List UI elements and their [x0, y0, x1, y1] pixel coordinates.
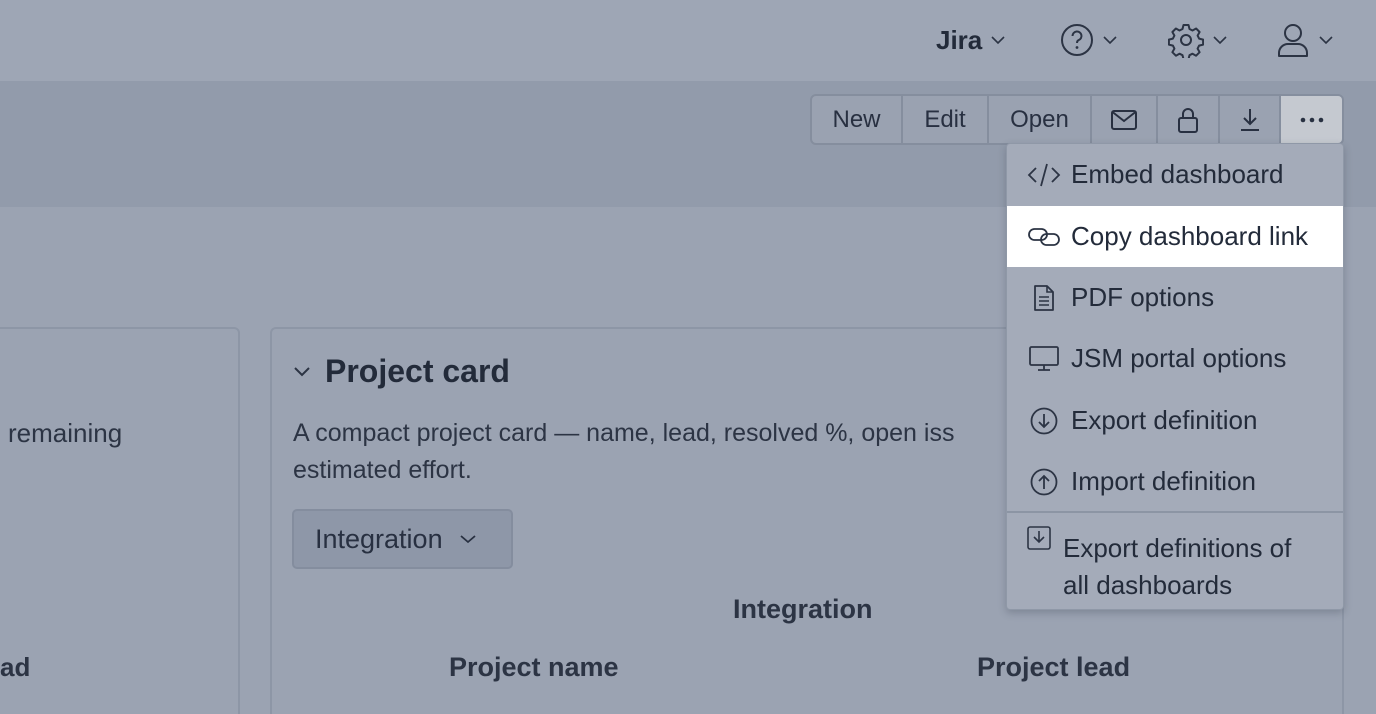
- user-icon: [1278, 24, 1308, 57]
- arrow-down-circle-icon: [1030, 407, 1058, 434]
- jira-product-menu[interactable]: Jira: [936, 18, 1006, 62]
- project-section-heading: Integration: [733, 594, 873, 624]
- menu-item-label: Copy dashboard link: [1071, 221, 1309, 251]
- download-icon: [1240, 108, 1259, 131]
- menu-item-pdf-options[interactable]: PDF options: [1007, 267, 1343, 328]
- project-card-description-line1: A compact project card — name, lead, res…: [293, 419, 955, 447]
- project-card-header[interactable]: Project card: [292, 353, 510, 390]
- menu-item-label: Export definitions of all dashboards: [1063, 533, 1292, 600]
- menu-item-label: Import definition: [1071, 466, 1256, 496]
- menu-item-export-all-definitions[interactable]: Export definitions of all dashboards: [1007, 518, 1343, 608]
- chevron-down-icon: [460, 535, 476, 544]
- menu-item-label: Export definition: [1071, 405, 1258, 435]
- column-project-name: Project name: [449, 652, 619, 682]
- left-card-remaining-text: remaining: [8, 418, 123, 448]
- menu-divider: [1007, 511, 1343, 513]
- menu-item-export-definition[interactable]: Export definition: [1007, 390, 1343, 451]
- user-menu[interactable]: [1276, 18, 1334, 62]
- help-menu[interactable]: [1060, 18, 1118, 62]
- chevron-down-icon: [1103, 36, 1117, 45]
- help-icon: [1061, 24, 1093, 56]
- menu-item-copy-dashboard-link[interactable]: Copy dashboard link: [1007, 206, 1343, 267]
- more-actions-button[interactable]: [1281, 96, 1342, 143]
- open-button[interactable]: Open: [989, 96, 1092, 143]
- download-button[interactable]: [1220, 96, 1281, 143]
- menu-item-embed-dashboard[interactable]: Embed dashboard: [1007, 144, 1343, 205]
- project-selector-value: Integration: [315, 523, 443, 554]
- new-button[interactable]: New: [812, 96, 903, 143]
- document-icon: [1034, 284, 1054, 311]
- left-card-lead-label: ad: [0, 652, 31, 682]
- edit-button[interactable]: Edit: [903, 96, 989, 143]
- menu-item-label: PDF options: [1071, 282, 1215, 312]
- lock-icon: [1178, 107, 1198, 133]
- menu-item-jsm-portal-options[interactable]: JSM portal options: [1007, 328, 1343, 389]
- left-gadget-card: [0, 327, 240, 714]
- jira-label: Jira: [936, 24, 983, 55]
- arrow-up-circle-icon: [1030, 468, 1058, 495]
- chevron-down-icon: [991, 36, 1005, 45]
- collapse-chevron-icon: [294, 366, 310, 376]
- menu-item-import-definition[interactable]: Import definition: [1007, 451, 1343, 512]
- chevron-down-icon: [1213, 36, 1227, 45]
- more-actions-menu: Embed dashboard Copy dashboard link PDF …: [1006, 143, 1344, 610]
- link-icon: [1028, 227, 1060, 246]
- monitor-icon: [1029, 345, 1059, 371]
- menu-item-label: Embed dashboard: [1071, 159, 1284, 189]
- project-card-description-line2: estimated effort.: [293, 456, 472, 484]
- code-icon: [1027, 163, 1061, 186]
- column-project-lead: Project lead: [977, 652, 1131, 682]
- project-selector[interactable]: Integration: [292, 509, 513, 569]
- menu-item-label: JSM portal options: [1071, 343, 1287, 373]
- project-card-title: Project card: [325, 353, 510, 389]
- settings-icon: [1168, 24, 1204, 58]
- toolbar-button-group: New Edit Open: [810, 94, 1344, 145]
- chevron-down-icon: [1319, 36, 1333, 45]
- permissions-button[interactable]: [1158, 96, 1220, 143]
- export-box-icon: [1027, 526, 1051, 550]
- settings-menu[interactable]: [1168, 18, 1228, 62]
- more-horizontal-icon: [1300, 117, 1323, 122]
- mail-icon: [1111, 109, 1137, 130]
- email-button[interactable]: [1092, 96, 1158, 143]
